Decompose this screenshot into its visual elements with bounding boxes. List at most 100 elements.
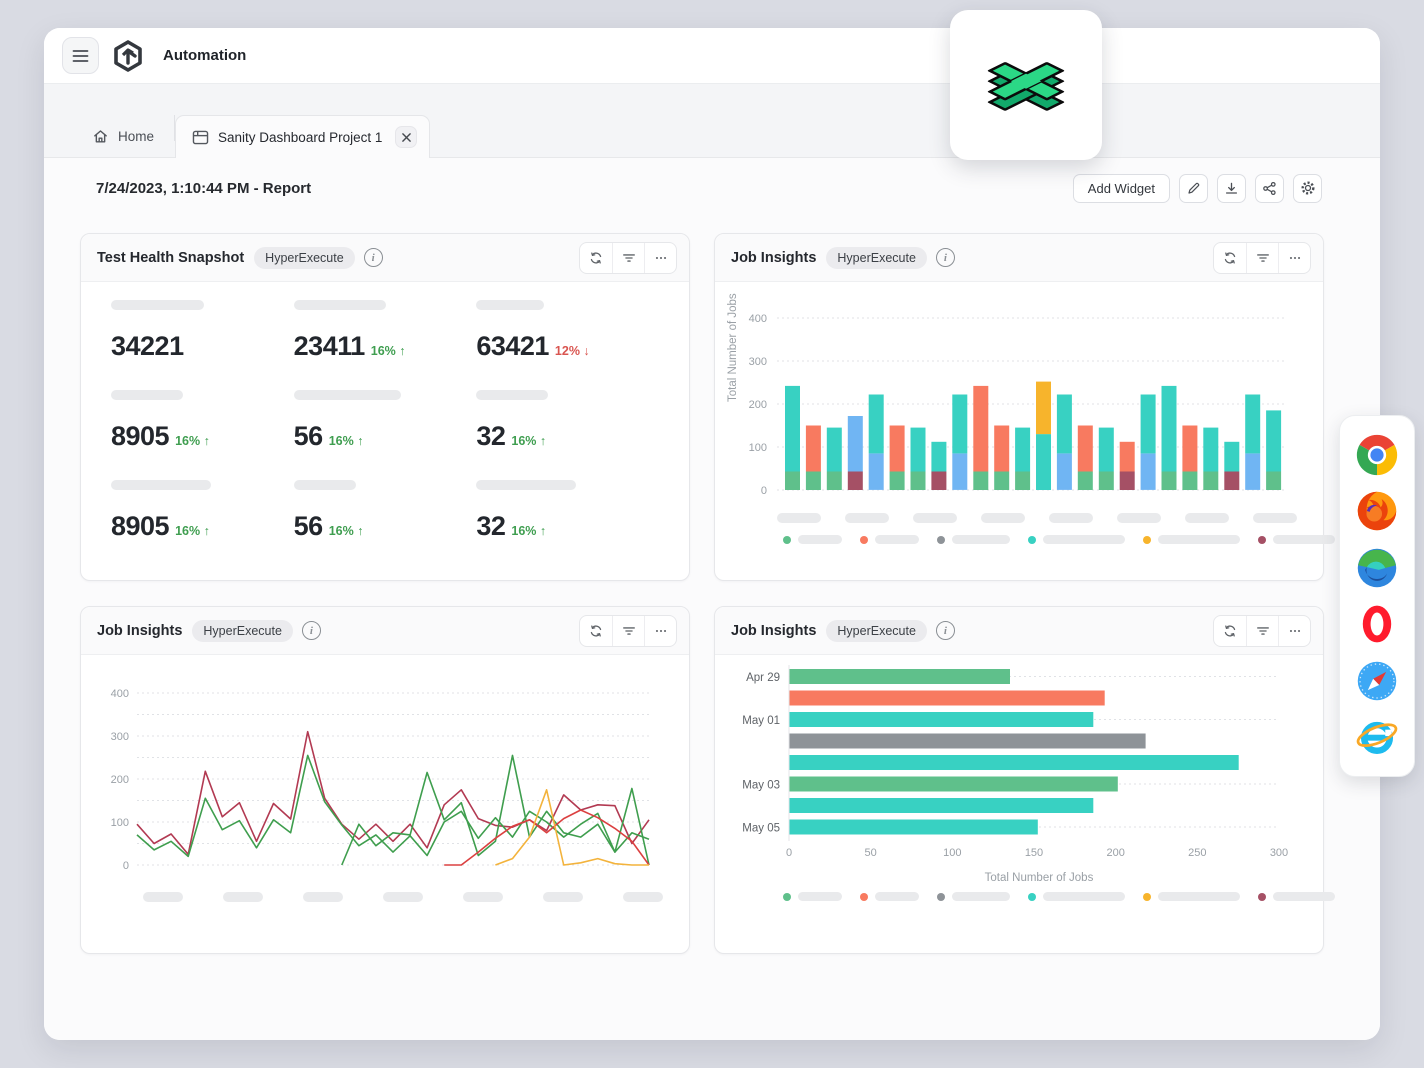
stacked-bar-segment[interactable] (1141, 395, 1156, 454)
edge-icon[interactable] (1355, 546, 1399, 590)
legend-item[interactable] (937, 535, 1010, 544)
legend-item[interactable] (937, 892, 1010, 901)
settings-button[interactable] (1293, 174, 1322, 203)
filter-button[interactable] (1246, 243, 1278, 273)
hbar-bar[interactable] (790, 734, 1146, 749)
stacked-bar-segment[interactable] (1224, 442, 1239, 472)
stacked-bar-segment[interactable] (1203, 472, 1218, 491)
stacked-bar-segment[interactable] (869, 453, 884, 490)
legend-item[interactable] (1143, 892, 1240, 901)
stacked-bar-segment[interactable] (1120, 472, 1135, 491)
stacked-bar-segment[interactable] (1015, 428, 1030, 472)
stacked-bar-segment[interactable] (994, 472, 1009, 491)
hbar-bar[interactable] (790, 777, 1118, 792)
stacked-bar-segment[interactable] (1036, 382, 1051, 435)
filter-button[interactable] (612, 243, 644, 273)
legend-item[interactable] (783, 535, 842, 544)
tab-close-button[interactable] (395, 126, 417, 148)
stacked-bar-segment[interactable] (806, 426, 821, 472)
stacked-bar-segment[interactable] (1057, 453, 1072, 490)
add-widget-button[interactable]: Add Widget (1073, 174, 1170, 203)
more-options-button[interactable] (1278, 243, 1310, 273)
refresh-button[interactable] (580, 616, 612, 646)
stacked-bar-segment[interactable] (911, 472, 926, 491)
stacked-bar-segment[interactable] (890, 426, 905, 472)
info-icon[interactable]: i (936, 621, 955, 640)
refresh-button[interactable] (580, 243, 612, 273)
hbar-bar[interactable] (790, 755, 1239, 770)
legend-item[interactable] (860, 892, 919, 901)
stacked-bar-segment[interactable] (973, 472, 988, 491)
stacked-bar-segment[interactable] (1015, 472, 1030, 491)
filter-button[interactable] (1246, 616, 1278, 646)
info-icon[interactable]: i (364, 248, 383, 267)
refresh-button[interactable] (1214, 616, 1246, 646)
hbar-bar[interactable] (790, 798, 1094, 813)
stacked-bar-segment[interactable] (1120, 442, 1135, 472)
hbar-bar[interactable] (790, 712, 1094, 727)
stacked-bar-segment[interactable] (1099, 472, 1114, 491)
chrome-icon[interactable] (1355, 433, 1399, 477)
internet-explorer-icon[interactable] (1355, 715, 1399, 759)
stacked-bar-segment[interactable] (1245, 395, 1260, 454)
legend-item[interactable] (783, 892, 842, 901)
stacked-bar-segment[interactable] (994, 426, 1009, 472)
stacked-bar-segment[interactable] (785, 386, 800, 472)
legend-item[interactable] (1028, 535, 1125, 544)
tab-home[interactable]: Home (72, 115, 174, 157)
hyperexecute-logo-card[interactable] (950, 10, 1102, 160)
more-options-button[interactable] (644, 243, 676, 273)
stacked-bar-segment[interactable] (890, 472, 905, 491)
stacked-bar-segment[interactable] (1099, 428, 1114, 472)
stacked-bar-segment[interactable] (952, 395, 967, 454)
stacked-bar-segment[interactable] (1162, 386, 1177, 472)
legend-item[interactable] (1258, 535, 1335, 544)
download-button[interactable] (1217, 174, 1246, 203)
stacked-bar-segment[interactable] (952, 453, 967, 490)
stacked-bar-segment[interactable] (1245, 453, 1260, 490)
filter-button[interactable] (612, 616, 644, 646)
stacked-bar-segment[interactable] (973, 386, 988, 472)
stacked-bar-segment[interactable] (806, 472, 821, 491)
stacked-bar-segment[interactable] (1141, 453, 1156, 490)
hbar-bar[interactable] (790, 820, 1038, 835)
refresh-button[interactable] (1214, 243, 1246, 273)
stacked-bar-segment[interactable] (1266, 472, 1281, 491)
stacked-bar-segment[interactable] (1182, 426, 1197, 472)
stacked-bar-segment[interactable] (1078, 426, 1093, 472)
firefox-icon[interactable] (1355, 489, 1399, 533)
stacked-bar-segment[interactable] (1224, 472, 1239, 491)
stacked-bar-segment[interactable] (1036, 434, 1051, 490)
info-icon[interactable]: i (302, 621, 321, 640)
stacked-bar-segment[interactable] (848, 416, 863, 472)
legend-item[interactable] (860, 535, 919, 544)
stacked-bar-segment[interactable] (1203, 428, 1218, 472)
more-options-button[interactable] (644, 616, 676, 646)
info-icon[interactable]: i (936, 248, 955, 267)
tab-dashboard-project[interactable]: Sanity Dashboard Project 1 (175, 115, 430, 158)
edit-button[interactable] (1179, 174, 1208, 203)
legend-item[interactable] (1258, 892, 1335, 901)
stacked-bar-segment[interactable] (931, 472, 946, 491)
hbar-bar[interactable] (790, 691, 1105, 706)
stacked-bar-segment[interactable] (827, 428, 842, 472)
opera-icon[interactable] (1355, 602, 1399, 646)
stacked-bar-segment[interactable] (785, 472, 800, 491)
stacked-bar-segment[interactable] (1057, 395, 1072, 454)
stacked-bar-segment[interactable] (931, 442, 946, 472)
share-button[interactable] (1255, 174, 1284, 203)
more-options-button[interactable] (1278, 616, 1310, 646)
legend-item[interactable] (1143, 535, 1240, 544)
stacked-bar-segment[interactable] (1078, 472, 1093, 491)
stacked-bar-segment[interactable] (827, 472, 842, 491)
safari-icon[interactable] (1355, 659, 1399, 703)
stacked-bar-segment[interactable] (869, 395, 884, 454)
hamburger-menu-button[interactable] (62, 37, 99, 74)
stacked-bar-segment[interactable] (848, 472, 863, 491)
legend-item[interactable] (1028, 892, 1125, 901)
stacked-bar-segment[interactable] (911, 428, 926, 472)
stacked-bar-segment[interactable] (1182, 472, 1197, 491)
hbar-bar[interactable] (790, 669, 1011, 684)
stacked-bar-segment[interactable] (1162, 472, 1177, 491)
stacked-bar-segment[interactable] (1266, 410, 1281, 471)
